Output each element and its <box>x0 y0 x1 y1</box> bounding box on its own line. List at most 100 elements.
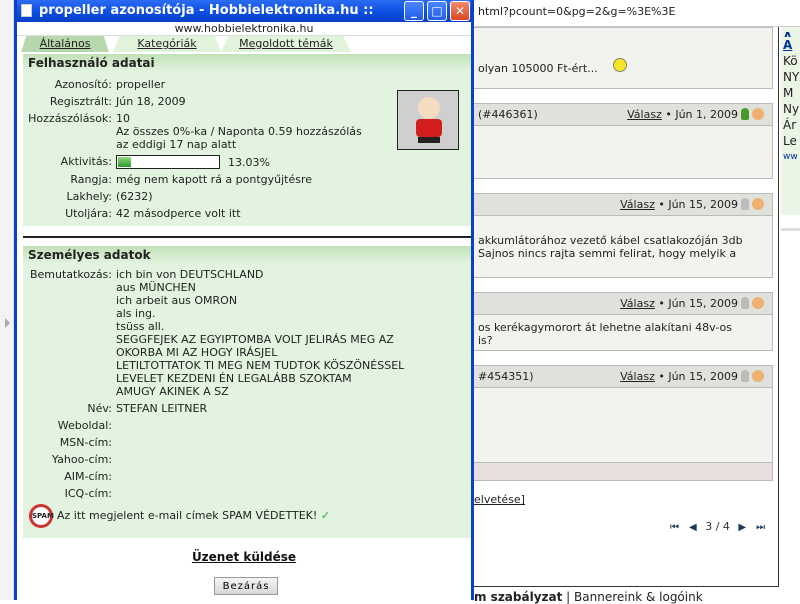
tab-bar: Általános Kategóriák Megoldott témák <box>21 36 471 52</box>
profile-popup-window: propeller azonosítója - Hobbielektronika… <box>14 0 474 600</box>
post-date: Jún 15, 2009 <box>668 297 738 310</box>
avatar <box>397 90 459 150</box>
address-bar[interactable]: html?pcount=0&pg=2&g=%3E%3E <box>474 0 800 27</box>
sidebar-text: NY <box>783 70 800 84</box>
post-count: 10 <box>116 112 130 125</box>
sidebar-text: M <box>783 86 794 100</box>
location: (6232) <box>116 190 153 203</box>
user-online-icon <box>741 108 749 120</box>
label: Rangja: <box>70 173 112 186</box>
partial-link[interactable]: elvetése] <box>474 493 525 506</box>
section-title: Személyes adatok <box>23 246 471 264</box>
thumbs-up-icon[interactable] <box>752 108 764 120</box>
popup-content: www.hobbielektronika.hu Általános Kategó… <box>17 22 471 600</box>
sidebar-link[interactable]: A <box>783 29 798 37</box>
post-text: olyan 105000 Ft-ért... <box>478 62 598 75</box>
label: Lakhely: <box>66 190 112 203</box>
spam-note: Az itt megjelent e-mail címek SPAM VÉDET… <box>57 509 318 522</box>
section-divider <box>23 236 471 238</box>
reply-link[interactable]: Válasz <box>620 198 655 211</box>
section-title: Felhasználó adatai <box>23 54 471 72</box>
no-spam-icon: SPAM <box>29 504 54 528</box>
reply-link[interactable]: Válasz <box>620 297 655 310</box>
prev-page-icon[interactable]: ◀ <box>689 522 697 533</box>
background-left-strip <box>0 0 14 600</box>
post: (#446361) Válasz • Jún 1, 2009 <box>474 103 773 179</box>
post-date: Jún 15, 2009 <box>668 198 738 211</box>
post: #454351) Válasz • Jún 15, 2009 <box>474 365 773 481</box>
footer-banners-link[interactable]: | Bannereink & logóink <box>562 590 703 604</box>
tab-categories[interactable]: Kategóriák <box>113 36 221 52</box>
window-title: propeller azonosítója - Hobbielektronika… <box>39 3 374 18</box>
label: Bemutatkozás: <box>29 268 112 281</box>
label: MSN-cím: <box>59 436 112 449</box>
post-footer <box>474 462 772 480</box>
sidebar-text: Kö <box>783 54 798 68</box>
right-sidebar: A A Kö NY M Ny Ár Le ww <box>781 27 800 215</box>
next-page-icon[interactable]: ▶ <box>738 522 746 533</box>
footer-rules-link[interactable]: m szabályzat <box>474 590 562 604</box>
last-seen: 42 másodperce volt itt <box>116 207 241 220</box>
post-stats: Az összes 0%-ka / Naponta 0.59 hozzászól… <box>116 125 362 151</box>
sidebar-divider <box>781 228 800 231</box>
personal-data-panel: Személyes adatok Bemutatkozás: ich bin vo… <box>23 246 471 538</box>
label: Weboldal: <box>57 419 112 432</box>
sidebar-text: Le <box>783 134 797 148</box>
maximize-button[interactable]: □ <box>427 1 447 21</box>
activity-progress-fill <box>118 157 132 167</box>
tab-solved-topics[interactable]: Megoldott témák <box>221 36 351 52</box>
post: Válasz • Jún 15, 2009 akkumlátorához vez… <box>474 193 773 278</box>
sidebar-text: Ny <box>783 102 800 116</box>
thumbs-up-icon[interactable] <box>752 198 764 210</box>
post-text: Sajnos nincs rajta semmi felirat, hogy m… <box>478 247 737 260</box>
page-indicator: 3 / 4 <box>705 520 730 533</box>
post-id: (#446361) <box>478 108 538 121</box>
post-id: #454351) <box>478 370 534 383</box>
footer: m szabályzat | Bannereink & logóink <box>474 590 703 604</box>
document-icon <box>21 4 32 17</box>
post: Válasz • Jún 15, 2009 os kerékagymorort … <box>474 292 773 351</box>
tab-general[interactable]: Általános <box>21 36 109 52</box>
close-window-button[interactable]: ✕ <box>450 1 470 21</box>
thumbs-up-icon[interactable] <box>752 370 764 382</box>
user-offline-icon <box>741 198 749 210</box>
post: olyan 105000 Ft-ért... <box>474 27 773 89</box>
user-data-panel: Felhasználó adatai Azonosító: propeller R… <box>23 54 471 226</box>
post-date: Jún 1, 2009 <box>675 108 738 121</box>
sidebar-url[interactable]: ww <box>783 149 798 165</box>
label: Név: <box>87 402 112 415</box>
label: Azonosító: <box>54 78 112 91</box>
post-text: is? <box>478 334 493 347</box>
minimize-button[interactable]: _ <box>404 1 424 21</box>
site-url: www.hobbielektronika.hu <box>17 22 471 36</box>
pagination: ⏮ ◀ 3 / 4 ▶ ⏭ <box>665 520 770 533</box>
label: Utoljára: <box>65 207 112 220</box>
activity-progress-bar <box>116 155 220 169</box>
last-page-icon[interactable]: ⏭ <box>756 522 765 533</box>
label: AIM-cím: <box>64 470 112 483</box>
close-button[interactable]: Bezárás <box>214 577 278 595</box>
send-message-link[interactable]: Üzenet küldése <box>17 550 471 564</box>
post-text: os kerékagymorort át lehetne alakítani 4… <box>478 321 732 334</box>
smiley-icon <box>613 58 628 72</box>
label: Regisztrált: <box>49 95 112 108</box>
label: Hozzászólások: <box>28 112 112 125</box>
check-icon: ✓ <box>320 509 330 522</box>
user-offline-icon <box>741 297 749 309</box>
reply-link[interactable]: Válasz <box>627 108 662 121</box>
post-text: akkumlátorához vezető kábel csatlakozójá… <box>478 234 743 247</box>
activity-percent: 13.03% <box>228 156 270 169</box>
label: Aktivitás: <box>60 155 112 168</box>
post-date: Jún 15, 2009 <box>668 370 738 383</box>
expand-arrow-icon[interactable] <box>5 318 10 328</box>
full-name: STEFAN LEITNER <box>116 402 208 415</box>
rank: még nem kapott rá a pontgyűjtésre <box>116 173 313 186</box>
first-page-icon[interactable]: ⏮ <box>670 522 679 533</box>
sidebar-text: Ár <box>783 118 797 132</box>
sidebar-link[interactable]: A <box>783 37 798 53</box>
title-bar[interactable]: propeller azonosítója - Hobbielektronika… <box>17 0 471 22</box>
user-offline-icon <box>741 370 749 382</box>
label: Yahoo-cím: <box>51 453 112 466</box>
thumbs-up-icon[interactable] <box>752 297 764 309</box>
reply-link[interactable]: Válasz <box>620 370 655 383</box>
